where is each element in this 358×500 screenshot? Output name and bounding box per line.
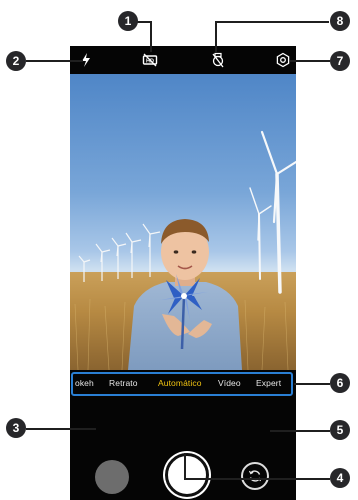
mode-bokeh[interactable]: okeh: [75, 378, 94, 388]
mode-expert[interactable]: Expert: [256, 378, 281, 388]
callout-7-leader: [290, 60, 330, 62]
mode-video[interactable]: Vídeo: [218, 378, 241, 388]
ai-camera-off-icon[interactable]: [210, 52, 226, 68]
callout-4-leader: [184, 453, 186, 479]
callout-1: 1: [118, 11, 138, 31]
switch-camera-button[interactable]: [241, 462, 269, 490]
hdr-off-icon[interactable]: HD: [142, 52, 158, 68]
callout-8-leader-h: [215, 21, 329, 23]
mode-portrait[interactable]: Retrato: [109, 378, 138, 388]
shutter-button[interactable]: [165, 453, 209, 497]
camera-viewfinder[interactable]: [70, 74, 296, 370]
callout-8: 8: [330, 11, 350, 31]
callout-5-leader: [270, 430, 330, 432]
camera-bottom-controls: [70, 400, 296, 500]
callout-6: 6: [330, 373, 350, 393]
callout-4: 4: [330, 468, 350, 488]
callout-4-leader-h: [184, 478, 330, 480]
viewfinder-image: [70, 130, 296, 370]
callout-7: 7: [330, 51, 350, 71]
settings-icon[interactable]: [275, 52, 291, 68]
callout-8-leader: [215, 22, 217, 52]
switch-camera-icon: [248, 470, 262, 482]
mode-selector: okeh Retrato Automático Vídeo Expert: [71, 372, 293, 396]
mode-auto[interactable]: Automático: [158, 378, 202, 388]
callout-3: 3: [6, 418, 26, 438]
camera-top-toolbar: HD: [70, 46, 296, 74]
callout-3-leader: [26, 428, 96, 430]
callout-5: 5: [330, 420, 350, 440]
phone-screen: HD okeh Retrato Automático Vídeo Expert: [70, 46, 296, 500]
gallery-thumbnail[interactable]: [95, 460, 129, 494]
callout-2: 2: [6, 51, 26, 71]
callout-2-leader: [26, 60, 83, 62]
callout-1-leader: [150, 22, 152, 52]
camera-mode-bar: okeh Retrato Automático Vídeo Expert: [70, 370, 296, 400]
callout-6-leader: [294, 383, 330, 385]
camera-help-figure: HD okeh Retrato Automático Vídeo Expert …: [0, 0, 358, 500]
